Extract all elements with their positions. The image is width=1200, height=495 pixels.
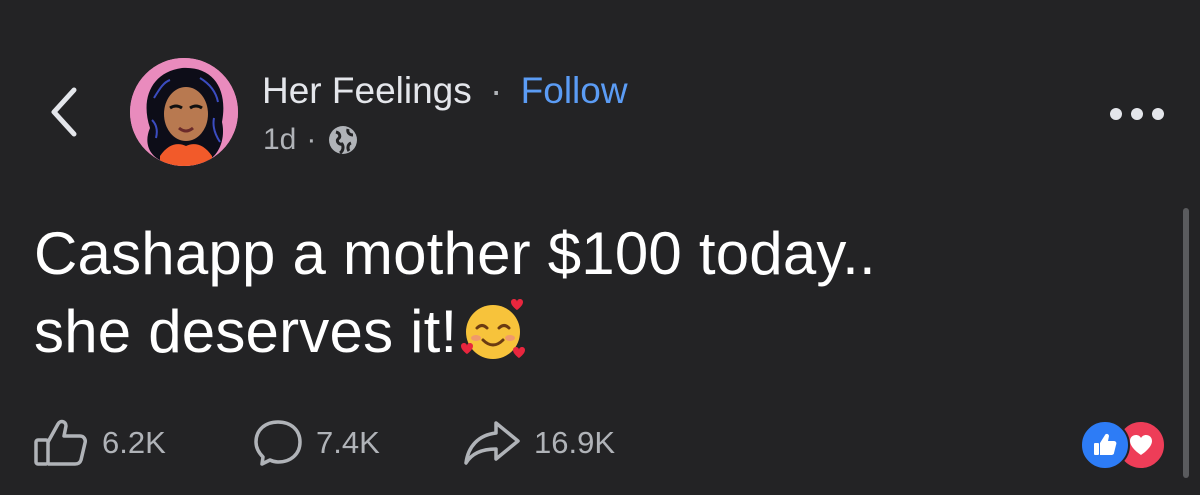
- post-text-line-2-text: she deserves it!: [34, 298, 458, 365]
- comment-button[interactable]: 7.4K: [252, 418, 462, 468]
- share-count: 16.9K: [534, 424, 616, 460]
- more-horizontal-icon: [1152, 108, 1164, 120]
- comment-count: 7.4K: [316, 424, 380, 460]
- smiling-face-with-hearts-emoji: [459, 294, 529, 364]
- like-reaction-icon: [1080, 420, 1130, 470]
- post-meta: 1d ·: [263, 122, 360, 158]
- share-arrow-icon: [464, 420, 520, 465]
- like-count: 6.2K: [102, 424, 166, 460]
- action-bar: 6.2K 7.4K 16.9K: [32, 415, 615, 470]
- more-options-button[interactable]: [1110, 103, 1164, 125]
- author-name[interactable]: Her Feelings: [262, 70, 472, 111]
- author-row: Her Feelings · Follow: [262, 70, 628, 112]
- chevron-left-icon: [51, 87, 77, 137]
- comment-icon: [254, 419, 302, 466]
- more-horizontal-icon: [1131, 108, 1143, 120]
- follow-button[interactable]: Follow: [521, 70, 628, 111]
- post-text: Cashapp a mother $100 today.. she deserv…: [34, 215, 1154, 371]
- avatar-illustration: [130, 58, 238, 166]
- meta-separator: ·: [306, 123, 317, 156]
- like-button[interactable]: 6.2K: [32, 418, 252, 468]
- share-button[interactable]: 16.9K: [462, 419, 615, 467]
- scrollbar[interactable]: [1183, 208, 1189, 478]
- avatar[interactable]: [130, 58, 238, 166]
- reaction-summary[interactable]: [1080, 420, 1170, 470]
- thumbs-up-icon: [34, 419, 87, 466]
- name-separator: ·: [490, 70, 503, 111]
- globe-icon: [326, 123, 360, 157]
- more-horizontal-icon: [1110, 108, 1122, 120]
- timestamp[interactable]: 1d: [263, 123, 296, 157]
- back-button[interactable]: [40, 82, 90, 142]
- post-text-line-1: Cashapp a mother $100 today..: [34, 220, 876, 287]
- post-text-line-2: she deserves it!: [34, 293, 1154, 371]
